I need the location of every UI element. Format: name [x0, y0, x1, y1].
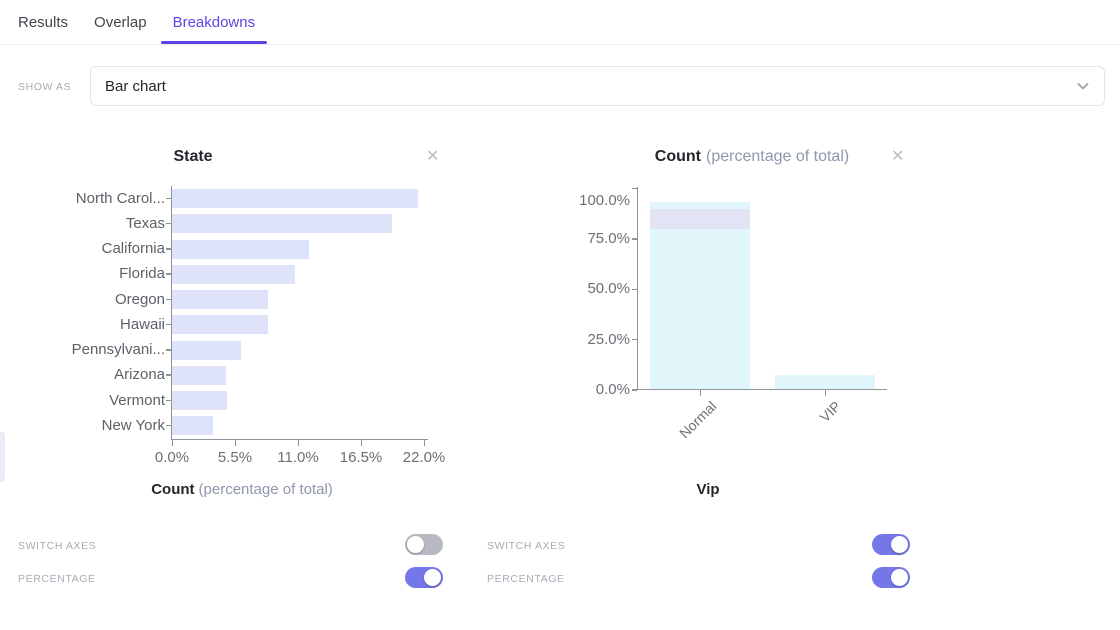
right-switch-axes-label: SWITCH AXES [487, 540, 565, 552]
right-chart-axis-label: Vip [696, 481, 719, 498]
left-percentage-label: PERCENTAGE [18, 573, 96, 585]
x-tick-label: 16.5% [340, 449, 383, 466]
y-tick-label: 100.0% [560, 191, 630, 211]
right-chart-close-icon[interactable]: ✕ [891, 148, 904, 166]
category-label: Texas [0, 215, 165, 233]
y-tick-label: 75.0% [560, 229, 630, 249]
x-tick-label: 0.0% [155, 449, 189, 466]
category-label: Hawaii [0, 316, 165, 334]
x-axis-tick [298, 440, 300, 446]
show-as-label: SHOW AS [18, 81, 71, 93]
category-label: Vermont [0, 392, 165, 410]
left-switch-axes-label: SWITCH AXES [18, 540, 96, 552]
bar-arizona[interactable] [172, 366, 226, 385]
category-label: Florida [0, 265, 165, 283]
left-switch-axes-toggle[interactable] [405, 534, 443, 555]
y-tick-label: 50.0% [560, 279, 630, 299]
x-axis-tick [172, 440, 174, 446]
y-axis-tick [632, 289, 637, 291]
category-label: New York [0, 417, 165, 435]
left-chart-title: State [173, 148, 212, 166]
category-label: California [0, 240, 165, 258]
category-label: Pennsylvani... [0, 341, 165, 359]
right-percentage-label: PERCENTAGE [487, 573, 565, 585]
show-as-dropdown[interactable]: Bar chart [90, 66, 1105, 106]
category-label: North Carol... [0, 190, 165, 208]
toggle-knob [407, 536, 424, 553]
y-tick-label: 25.0% [560, 330, 630, 350]
breakdowns-page: ResultsOverlapBreakdowns SHOW AS Bar cha… [0, 0, 1120, 630]
bar-california[interactable] [172, 240, 309, 259]
x-axis-tick [825, 390, 827, 396]
toggle-knob [891, 536, 908, 553]
bar-hawaii[interactable] [172, 315, 268, 334]
right-switch-axes-toggle[interactable] [872, 534, 910, 555]
right-percentage-toggle[interactable] [872, 567, 910, 588]
chevron-down-icon [1076, 79, 1090, 93]
y-tick-label: 0.0% [560, 380, 630, 400]
bar-northcarol[interactable] [172, 189, 418, 208]
x-tick-label: 22.0% [403, 449, 446, 466]
left-chart-axis-label: Count(percentage of total) [151, 481, 333, 498]
bar-vip[interactable] [775, 375, 875, 389]
tab-breakdowns[interactable]: Breakdowns [161, 0, 268, 44]
bar-oregon[interactable] [172, 290, 268, 309]
left-chart-plot: 0.0%5.5%11.0%16.5%22.0% [171, 186, 428, 440]
x-axis-tick [235, 440, 237, 446]
x-axis-tick [700, 390, 702, 396]
tab-overlap[interactable]: Overlap [82, 0, 159, 44]
toggle-knob [424, 569, 441, 586]
x-tick-label: 5.5% [218, 449, 252, 466]
bar-texas[interactable] [172, 214, 392, 233]
y-axis-tick [632, 238, 637, 240]
highlight-band [650, 209, 750, 229]
bar-florida[interactable] [172, 265, 295, 284]
tab-results[interactable]: Results [6, 0, 80, 44]
y-axis-tick [632, 339, 637, 341]
bar-pennsylvani[interactable] [172, 341, 241, 360]
y-axis-tick [632, 188, 637, 190]
x-tick-label: 11.0% [277, 449, 318, 466]
show-as-value: Bar chart [105, 78, 1076, 95]
right-chart-plot [637, 187, 887, 390]
right-chart-title: Count(percentage of total) [655, 148, 849, 166]
panel-resize-handle[interactable] [0, 432, 5, 482]
left-percentage-toggle[interactable] [405, 567, 443, 588]
tab-bar: ResultsOverlapBreakdowns [0, 0, 1120, 45]
x-axis-tick [424, 440, 426, 446]
toggle-knob [891, 569, 908, 586]
category-label: Oregon [0, 291, 165, 309]
y-axis-tick [632, 389, 637, 391]
category-label: Arizona [0, 366, 165, 384]
bar-newyork[interactable] [172, 416, 213, 435]
x-tick-label-normal: Normal [676, 398, 719, 441]
bar-normal[interactable] [650, 202, 750, 389]
left-chart-category-labels: North Carol... Texas California Florida Oreg… [0, 186, 165, 440]
left-chart-close-icon[interactable]: ✕ [426, 148, 439, 166]
x-tick-label-vip: VIP [817, 398, 844, 425]
x-axis-tick [361, 440, 363, 446]
bar-vermont[interactable] [172, 391, 227, 410]
